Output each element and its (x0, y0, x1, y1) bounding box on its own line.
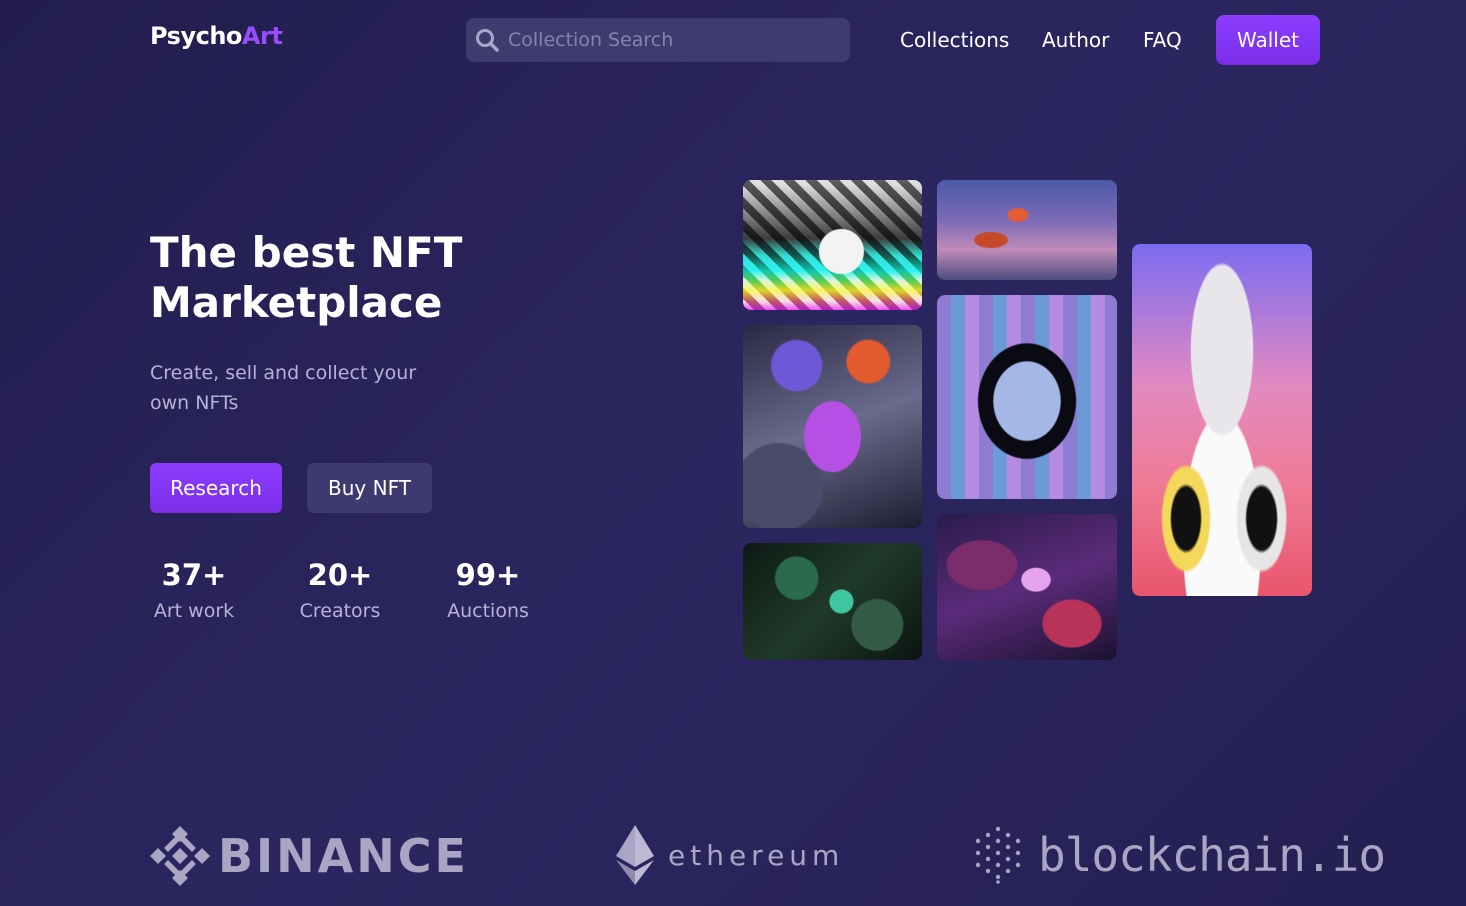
partner-binance: BINANCE (150, 826, 469, 886)
nft-artwork-purple-floral[interactable] (937, 514, 1117, 660)
stat-auctions: 99+ Auctions (443, 558, 533, 622)
stat-creators: 20+ Creators (297, 558, 383, 622)
partner-blockchain: blockchain.io (972, 826, 1386, 884)
stat-artwork: 37+ Art work (150, 558, 238, 622)
partner-blockchain-name: blockchain.io (1038, 828, 1386, 882)
hero-subtitle-line-2: own NFTs (150, 392, 239, 414)
nav-link-collections[interactable]: Collections (900, 28, 1009, 52)
hero-subtitle: Create, sell and collect your own NFTs (150, 358, 450, 418)
ethereum-logo-icon (616, 825, 654, 885)
partner-ethereum-name: ethereum (668, 838, 845, 872)
stat-label: Art work (153, 600, 235, 622)
stat-value: 99+ (455, 558, 521, 592)
partner-binance-name: BINANCE (218, 829, 469, 883)
nft-artwork-astronaut[interactable] (937, 180, 1117, 280)
nft-artwork-statue-heads[interactable] (937, 295, 1117, 499)
research-button[interactable]: Research (150, 463, 282, 513)
hero-headline: The best NFT Marketplace (150, 228, 480, 328)
blockchain-logo-icon (975, 826, 1021, 884)
stat-label: Creators (299, 600, 381, 622)
stat-label: Auctions (447, 600, 529, 622)
hero-headline-line-2: Marketplace (150, 278, 443, 327)
search-input[interactable] (508, 29, 828, 51)
nav-link-faq[interactable]: FAQ (1143, 28, 1182, 52)
stat-value: 37+ (161, 558, 227, 592)
partner-ethereum: ethereum (616, 825, 844, 885)
search-bar[interactable] (466, 18, 850, 62)
stat-value: 20+ (307, 558, 373, 592)
nft-artwork-psychedelic-face[interactable] (743, 180, 922, 310)
nav-link-author[interactable]: Author (1042, 28, 1109, 52)
wallet-button[interactable]: Wallet (1216, 15, 1320, 65)
hero-headline-line-1: The best NFT (150, 228, 463, 277)
hero-subtitle-line-1: Create, sell and collect your (150, 362, 417, 384)
buy-nft-button[interactable]: Buy NFT (307, 463, 432, 513)
logo[interactable]: PsychoArt (150, 22, 283, 50)
binance-logo-icon (150, 826, 210, 886)
search-icon[interactable] (474, 27, 500, 53)
nft-artwork-flower-crown-woman[interactable] (743, 325, 922, 528)
nft-artwork-green-abstract[interactable] (743, 543, 922, 660)
logo-part-1: Psycho (150, 22, 242, 50)
nft-artwork-cat-skull[interactable] (1132, 244, 1312, 596)
logo-part-2: Art (241, 22, 283, 50)
